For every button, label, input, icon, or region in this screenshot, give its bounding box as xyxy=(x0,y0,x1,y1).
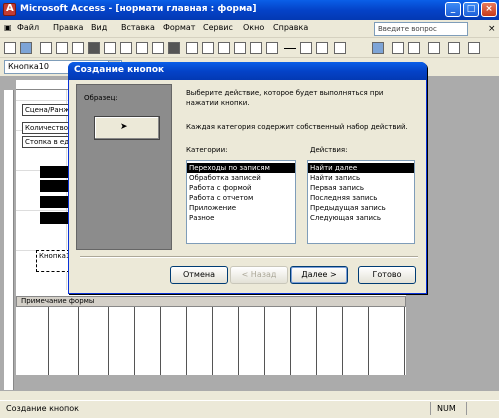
more-controls-icon[interactable] xyxy=(316,42,328,54)
new-command-button[interactable]: Кнопка10 xyxy=(36,250,70,272)
menu-doc-icon[interactable]: ▣ xyxy=(4,23,12,32)
label-tool-icon[interactable] xyxy=(40,42,52,54)
footer-gridline xyxy=(134,307,135,375)
option-group-icon[interactable] xyxy=(72,42,84,54)
document-close-icon[interactable]: × xyxy=(488,24,496,34)
num-lock-indicator: NUM xyxy=(437,404,456,413)
category-item-miscellaneous[interactable]: Разное xyxy=(187,213,295,223)
finish-button[interactable]: Готово xyxy=(358,266,416,284)
window-title: Microsoft Access - [нормати главная : фо… xyxy=(20,4,257,14)
sample-label: Образец: xyxy=(84,94,118,102)
category-item-application[interactable]: Приложение xyxy=(187,203,295,213)
status-text: Создание кнопок xyxy=(6,404,79,413)
action-item-previous-record[interactable]: Предыдущая запись xyxy=(308,203,414,213)
category-item-record-operations[interactable]: Обработка записей xyxy=(187,173,295,183)
select-objects-icon[interactable] xyxy=(4,42,16,54)
action-item-find-record[interactable]: Найти запись xyxy=(308,173,414,183)
command-button-tool-icon[interactable] xyxy=(168,42,180,54)
menu-insert[interactable]: Вставка xyxy=(121,23,155,32)
menu-format[interactable]: Формат xyxy=(163,23,195,32)
categories-label: Категории: xyxy=(186,146,228,154)
footer-gridline xyxy=(78,307,79,375)
control-wizards-icon[interactable] xyxy=(20,42,32,54)
footer-gridline xyxy=(212,307,213,375)
vertical-ruler xyxy=(4,90,14,390)
close-button[interactable]: × xyxy=(481,2,497,17)
back-button[interactable]: < Назад xyxy=(230,266,288,284)
cancel-button[interactable]: Отмена xyxy=(170,266,228,284)
access-app-icon[interactable] xyxy=(3,3,16,16)
actions-listbox[interactable]: Найти далее Найти запись Первая запись П… xyxy=(307,160,415,244)
rectangle-tool-icon[interactable] xyxy=(300,42,312,54)
toggle-button-icon[interactable] xyxy=(88,42,100,54)
page-break-icon[interactable] xyxy=(234,42,246,54)
footer-gridline xyxy=(404,307,405,375)
properties-icon[interactable] xyxy=(372,42,384,54)
undo-icon[interactable] xyxy=(428,42,440,54)
image-tool-icon[interactable] xyxy=(186,42,198,54)
help-search-input[interactable]: Введите вопрос xyxy=(374,22,468,36)
footer-gridline xyxy=(290,307,291,375)
align-icon[interactable] xyxy=(334,42,346,54)
footer-gridline xyxy=(264,307,265,375)
option-button-icon[interactable] xyxy=(104,42,116,54)
field-label-name[interactable]: Сцена/Ранжи xyxy=(22,104,70,116)
menu-view[interactable]: Вид xyxy=(91,23,107,32)
list-box-tool-icon[interactable] xyxy=(152,42,164,54)
menu-edit[interactable]: Правка xyxy=(53,23,83,32)
footer-gridline xyxy=(186,307,187,375)
category-item-form-operations[interactable]: Работа с формой xyxy=(187,183,295,193)
command-button-4[interactable] xyxy=(40,212,70,224)
action-item-find-next[interactable]: Найти далее xyxy=(308,163,414,173)
status-separator xyxy=(466,402,467,415)
action-item-last-record[interactable]: Последняя запись xyxy=(308,193,414,203)
minimize-button[interactable]: _ xyxy=(445,2,461,17)
menu-file[interactable]: Файл xyxy=(17,23,39,32)
status-separator xyxy=(430,402,431,415)
subform-icon[interactable] xyxy=(266,42,278,54)
footer-gridline xyxy=(316,307,317,375)
line-tool-icon[interactable] xyxy=(284,48,296,49)
menu-window[interactable]: Окно xyxy=(243,23,264,32)
dialog-title: Создание кнопок xyxy=(68,62,427,80)
sample-panel xyxy=(76,84,172,250)
footer-gridline xyxy=(160,307,161,375)
toolbar-options-icon[interactable] xyxy=(468,42,480,54)
categories-listbox[interactable]: Переходы по записям Обработка записей Ра… xyxy=(186,160,296,244)
field-label-price[interactable]: Стопка в ед xyxy=(22,136,70,148)
menu-tools[interactable]: Сервис xyxy=(203,23,233,32)
menu-help[interactable]: Справка xyxy=(273,23,308,32)
dialog-divider xyxy=(80,256,418,258)
form-footer-section[interactable]: Примечание формы xyxy=(16,296,406,307)
dialog-instruction: Выберите действие, которое будет выполня… xyxy=(186,89,384,107)
category-item-report-operations[interactable]: Работа с отчетом xyxy=(187,193,295,203)
footer-gridline xyxy=(48,307,49,375)
command-button-3[interactable] xyxy=(40,196,70,208)
save-icon[interactable] xyxy=(392,42,404,54)
field-list-icon[interactable] xyxy=(448,42,460,54)
footer-gridline xyxy=(108,307,109,375)
bound-object-icon[interactable] xyxy=(218,42,230,54)
title-bar: Microsoft Access - [нормати главная : фо… xyxy=(0,0,499,20)
textbox-tool-icon[interactable] xyxy=(56,42,68,54)
command-button-1[interactable] xyxy=(40,166,70,178)
maximize-button[interactable]: □ xyxy=(463,2,479,17)
unbound-object-icon[interactable] xyxy=(202,42,214,54)
next-button[interactable]: Далее > xyxy=(290,266,348,284)
tab-control-icon[interactable] xyxy=(250,42,262,54)
action-item-next-record[interactable]: Следующая запись xyxy=(308,213,414,223)
command-button-2[interactable] xyxy=(40,180,70,192)
field-label-quantity[interactable]: Количество xyxy=(22,122,70,134)
checkbox-tool-icon[interactable] xyxy=(120,42,132,54)
dialog-instruction-2: Каждая категория содержит собственный на… xyxy=(186,123,408,131)
category-item-record-navigation[interactable]: Переходы по записям xyxy=(187,163,295,173)
combo-box-tool-icon[interactable] xyxy=(136,42,148,54)
cut-icon[interactable] xyxy=(408,42,420,54)
actions-label: Действия: xyxy=(310,146,348,154)
footer-gridline xyxy=(368,307,369,375)
cursor-icon: ➤ xyxy=(120,122,128,132)
footer-gridline xyxy=(238,307,239,375)
footer-gridline xyxy=(342,307,343,375)
action-item-first-record[interactable]: Первая запись xyxy=(308,183,414,193)
